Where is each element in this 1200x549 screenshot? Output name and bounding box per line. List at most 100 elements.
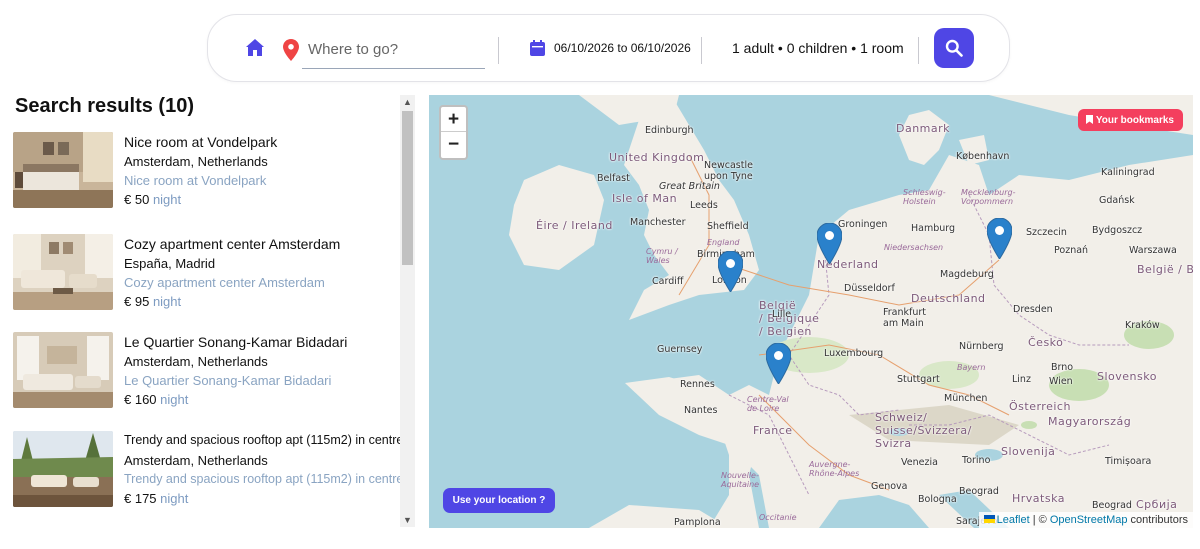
map-label: France <box>753 424 793 437</box>
map-label: Linz <box>1012 374 1031 385</box>
zoom-out-button[interactable]: − <box>441 132 466 157</box>
map-label: Belfast <box>597 173 630 184</box>
home-icon[interactable] <box>245 38 265 58</box>
listing-location: Amsterdam, Netherlands <box>124 154 268 169</box>
ukraine-flag-icon <box>983 515 995 523</box>
map-label: Torino <box>962 455 991 466</box>
map-label: Auvergne- Rhône-Alpes <box>809 460 860 478</box>
location-pin-icon <box>283 39 299 61</box>
listing-title[interactable]: Trendy and spacious rooftop apt (115m2) … <box>124 433 403 447</box>
map-label: Magdeburg <box>940 269 994 280</box>
map-marker[interactable] <box>718 251 743 292</box>
listing-subtitle: Le Quartier Sonang-Kamar Bidadari <box>124 373 332 388</box>
listing-title[interactable]: Cozy apartment center Amsterdam <box>124 236 340 252</box>
scroll-up-arrow[interactable]: ▲ <box>400 95 415 109</box>
map-label: København <box>956 151 1010 162</box>
search-button[interactable] <box>934 28 974 68</box>
map-label: Rennes <box>680 379 715 390</box>
map-marker[interactable] <box>987 218 1012 259</box>
divider <box>701 37 702 64</box>
map-label: Bayern <box>957 363 986 372</box>
map-label: Kaliningrad <box>1101 167 1155 178</box>
listing-photo[interactable] <box>13 132 113 208</box>
listing-title[interactable]: Le Quartier Sonang-Kamar Bidadari <box>124 334 347 350</box>
map-label: Wien <box>1049 376 1073 387</box>
map-label: Venezia <box>901 457 938 468</box>
map-label: Bydgoszcz <box>1092 225 1143 236</box>
map-label: Bologna <box>918 494 957 505</box>
listing-location: España, Madrid <box>124 256 216 271</box>
map-label: Genova <box>871 481 908 492</box>
map-marker[interactable] <box>817 223 842 264</box>
listing-subtitle: Nice room at Vondelpark <box>124 173 267 188</box>
price-value: € 95 <box>124 294 150 309</box>
map-label: Kraków <box>1125 320 1160 331</box>
map-label: Groningen <box>838 219 888 230</box>
listing-subtitle: Trendy and spacious rooftop apt (115m2) … <box>124 472 404 486</box>
listing-title[interactable]: Nice room at Vondelpark <box>124 134 277 150</box>
list-item[interactable]: Le Quartier Sonang-Kamar Bidadari Amster… <box>13 332 401 410</box>
map-label: Gdańsk <box>1099 195 1135 206</box>
map-label: Österreich <box>1009 400 1071 413</box>
price-value: € 50 <box>124 192 150 207</box>
results-scrollbar[interactable]: ▲ ▼ <box>400 95 415 527</box>
map-label: Danmark <box>896 122 951 135</box>
map-label: Pamplona <box>674 517 721 528</box>
results-title: Search results (10) <box>15 95 194 117</box>
price-value: € 160 <box>124 392 157 407</box>
leaflet-link[interactable]: Leaflet <box>997 514 1030 526</box>
listing-price: € 160 night <box>124 392 188 407</box>
map-label: Mecklenburg- Vorpommern <box>961 188 1016 206</box>
search-icon <box>945 39 963 57</box>
map-label: United Kingdom <box>609 151 705 164</box>
bookmarks-button[interactable]: Your bookmarks <box>1077 109 1183 131</box>
map-label: Frankfurt am Main <box>883 307 927 329</box>
map-label: Deutschland <box>911 292 986 305</box>
listing-photo[interactable] <box>13 431 113 507</box>
map-label: Leeds <box>690 200 718 211</box>
map-label: Edinburgh <box>645 125 694 136</box>
map-label: Timișoara <box>1105 456 1152 467</box>
map-label: Poznań <box>1054 245 1089 256</box>
map-label: Slovensko <box>1097 370 1157 383</box>
map-label: Niedersachsen <box>884 243 944 252</box>
map-label: Schweiz/Suisse/Svizzera/Svizra <box>875 411 972 450</box>
map-label: Occitanie <box>759 513 797 522</box>
destination-input[interactable] <box>302 37 485 69</box>
osm-link[interactable]: OpenStreetMap <box>1050 514 1128 526</box>
listing-photo[interactable] <box>13 234 113 310</box>
use-location-button[interactable]: Use your location ? <box>443 488 555 513</box>
map-label: Warszawa <box>1129 245 1177 256</box>
map-label: Luxembourg <box>824 348 884 359</box>
map-label: Dresden <box>1013 304 1053 315</box>
date-range-field[interactable]: 06/10/2026 to 06/10/2026 <box>554 41 691 55</box>
price-unit: night <box>160 392 189 407</box>
map[interactable]: Edinburgh United Kingdom Newcastle upon T… <box>429 95 1193 528</box>
map-label: Hamburg <box>911 223 956 234</box>
scroll-down-arrow[interactable]: ▼ <box>400 513 415 527</box>
price-unit: night <box>152 192 182 207</box>
divider <box>918 37 919 64</box>
zoom-in-button[interactable]: + <box>441 107 466 132</box>
map-marker[interactable] <box>766 343 791 384</box>
map-label: Isle of Man <box>612 192 678 205</box>
list-item[interactable]: Trendy and spacious rooftop apt (115m2) … <box>13 431 404 509</box>
map-label: Newcastle upon Tyne <box>704 160 753 182</box>
map-label: Sheffield <box>707 221 749 232</box>
guests-field[interactable]: 1 adult • 0 children • 1 room <box>732 40 904 56</box>
listing-photo[interactable] <box>13 332 113 408</box>
price-value: € 175 <box>124 491 157 506</box>
map-label: Guernsey <box>657 344 703 355</box>
bookmark-icon <box>1085 114 1093 124</box>
map-label: België / Belgique / België <box>1137 263 1193 276</box>
list-item[interactable]: Cozy apartment center Amsterdam España, … <box>13 234 401 312</box>
listing-location: Amsterdam, Netherlands <box>124 453 268 468</box>
scrollbar-thumb[interactable] <box>402 111 413 265</box>
list-item[interactable]: Nice room at Vondelpark Amsterdam, Nethe… <box>13 132 401 210</box>
results-panel: Search results (10) Nice room at Vondelp… <box>0 92 415 529</box>
map-label: Centre-Val de Loire <box>747 395 789 413</box>
calendar-icon[interactable] <box>530 40 545 56</box>
map-label: Cardiff <box>652 276 684 287</box>
map-label: Nürnberg <box>959 341 1004 352</box>
map-label: Cymru / Wales <box>646 247 678 265</box>
